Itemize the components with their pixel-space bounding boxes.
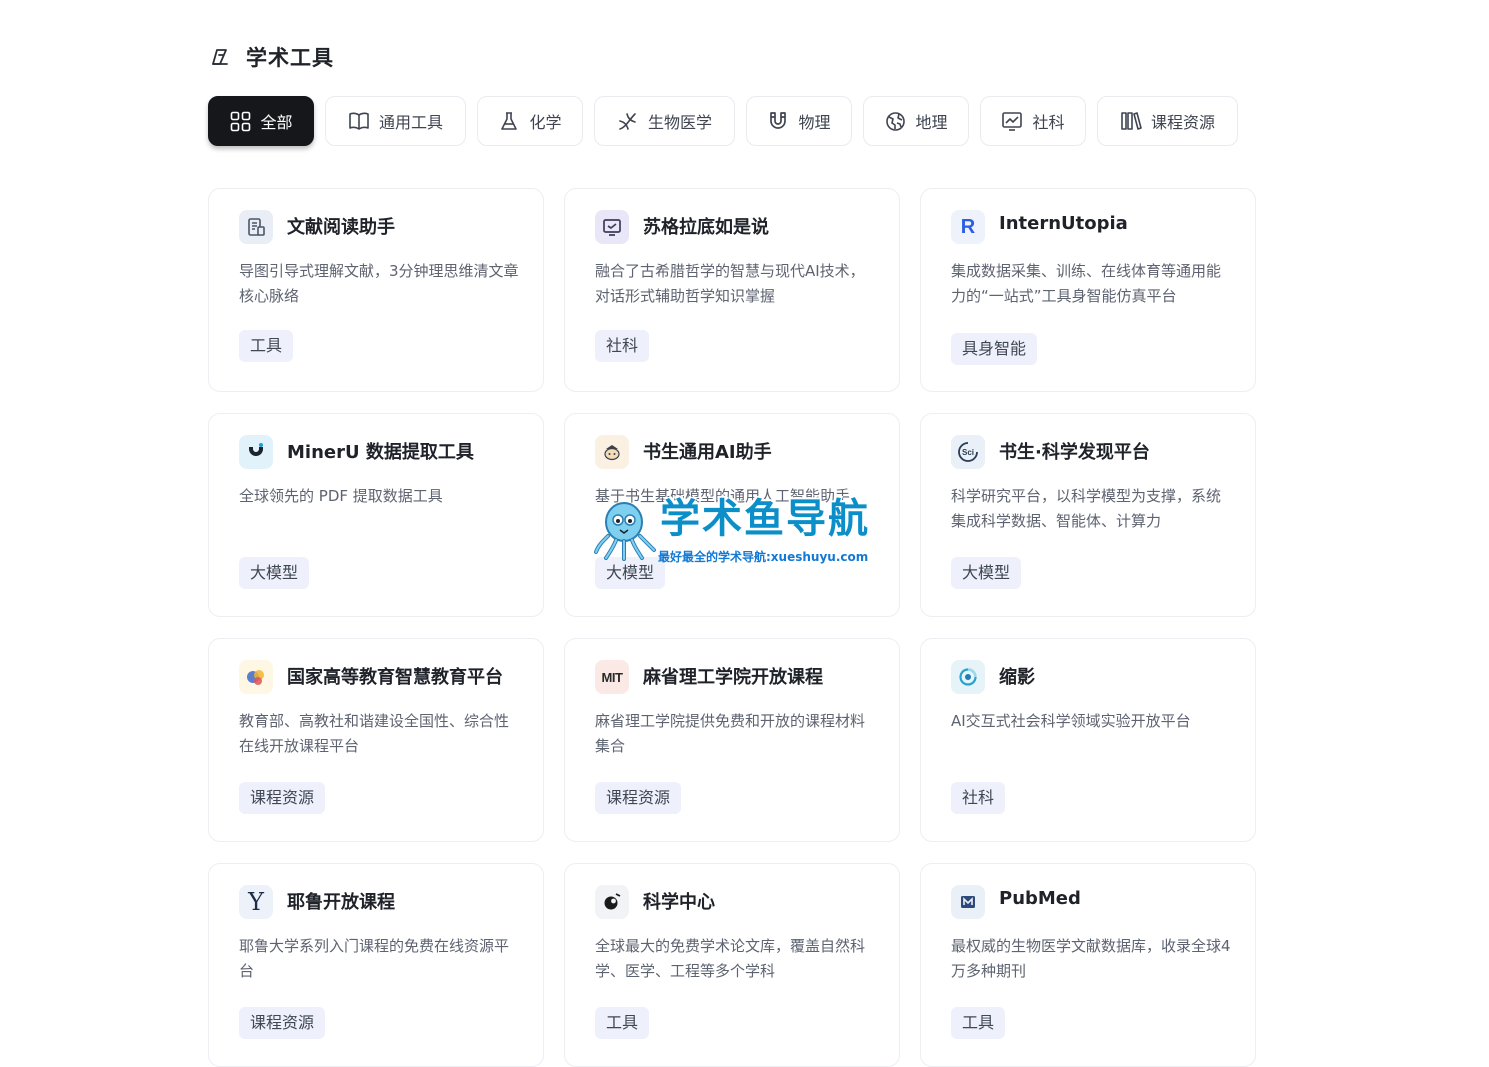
tool-tag: 社科 — [951, 782, 1006, 814]
pubmed-logo — [951, 885, 985, 919]
tab-all[interactable]: 全部 — [208, 96, 314, 146]
tool-tag: 课程资源 — [239, 782, 326, 814]
tool-description: 集成数据采集、训练、在线体育等通用能力的“一站式”工具身智能仿真平台 — [951, 262, 1222, 305]
tab-label: 课程资源 — [1150, 113, 1215, 132]
tool-description: 全球领先的 PDF 提取数据工具 — [239, 487, 443, 505]
tool-tag: 社科 — [595, 330, 650, 362]
tool-name: 书生通用AI助手 — [643, 442, 772, 463]
tool-name: PubMed — [999, 888, 1081, 909]
tool-card[interactable]: MinerU 数据提取工具 全球领先的 PDF 提取数据工具 大模型 — [208, 413, 544, 617]
tool-description: 教育部、高教社和谐建设全国性、综合性在线开放课程平台 — [239, 712, 510, 755]
tool-tag: 工具 — [595, 1007, 650, 1039]
suoying-logo — [951, 660, 985, 694]
book-icon — [348, 110, 370, 132]
tool-card[interactable]: MIT 麻省理工学院开放课程 麻省理工学院提供免费和开放的课程材料集合 课程资源 — [564, 638, 900, 842]
library-icon — [1120, 110, 1142, 132]
tool-description: 耶鲁大学系列入门课程的免费在线资源平台 — [239, 937, 510, 980]
tab-label: 生物医学 — [647, 113, 712, 132]
flask-icon — [498, 110, 520, 132]
chart-frame-icon — [1001, 110, 1023, 132]
tab-label: 物理 — [798, 113, 831, 132]
tool-description: AI交互式社会科学领域实验开放平台 — [951, 712, 1191, 730]
category-tabs: 全部 通用工具 化学 生物医学 物理 地理 社科 课程资源 — [208, 96, 1249, 146]
tool-name: 苏格拉底如是说 — [643, 217, 769, 238]
section-header: 学术工具 — [208, 40, 334, 74]
tool-description: 麻省理工学院提供免费和开放的课程材料集合 — [595, 712, 866, 755]
tool-name: 文献阅读助手 — [287, 217, 395, 238]
tab-course-resources[interactable]: 课程资源 — [1097, 96, 1238, 146]
tab-general-tools[interactable]: 通用工具 — [325, 96, 466, 146]
tab-label: 全部 — [260, 113, 293, 132]
tool-card[interactable]: Y 耶鲁开放课程 耶鲁大学系列入门课程的免费在线资源平台 课程资源 — [208, 863, 544, 1067]
tab-biomedicine[interactable]: 生物医学 — [594, 96, 735, 146]
tool-name: 书生·科学发现平台 — [999, 442, 1150, 463]
tool-tag: 大模型 — [595, 557, 666, 589]
tool-description: 导图引导式理解文献，3分钟理思维清文章核心脉络 — [239, 262, 519, 305]
tab-chemistry[interactable]: 化学 — [477, 96, 583, 146]
tool-name: 麻省理工学院开放课程 — [643, 667, 823, 688]
tab-label: 化学 — [529, 113, 562, 132]
tab-label: 通用工具 — [378, 113, 443, 132]
internutopia-logo: R — [951, 210, 985, 244]
tool-card[interactable]: 书生通用AI助手 基于书生基础模型的通用人工智能助手 大模型 — [564, 413, 900, 617]
tool-name: 国家高等教育智慧教育平台 — [287, 667, 503, 688]
tool-card[interactable]: 苏格拉底如是说 融合了古希腊哲学的智慧与现代AI技术，对话形式辅助哲学知识掌握 … — [564, 188, 900, 392]
tool-card[interactable]: 国家高等教育智慧教育平台 教育部、高教社和谐建设全国性、综合性在线开放课程平台 … — [208, 638, 544, 842]
mineru-logo — [239, 435, 273, 469]
tool-description: 最权威的生物医学文献数据库，收录全球4万多种期刊 — [951, 937, 1231, 980]
tool-name: MinerU 数据提取工具 — [287, 442, 474, 463]
logo-text: MIT — [601, 669, 623, 685]
tool-card[interactable]: PubMed 最权威的生物医学文献数据库，收录全球4万多种期刊 工具 — [920, 863, 1256, 1067]
intern-assistant-logo — [595, 435, 629, 469]
tab-label: 社科 — [1032, 113, 1065, 132]
tab-geography[interactable]: 地理 — [863, 96, 969, 146]
sci-logo: Sci — [951, 435, 985, 469]
tool-card[interactable]: 文献阅读助手 导图引导式理解文献，3分钟理思维清文章核心脉络 工具 — [208, 188, 544, 392]
yale-logo: Y — [239, 885, 273, 919]
logo-text: Sci — [962, 448, 974, 457]
dna-icon — [617, 110, 639, 132]
pen-icon — [208, 44, 234, 70]
document-reader-logo — [239, 210, 273, 244]
tool-card[interactable]: Sci 书生·科学发现平台 科学研究平台，以科学模型为支撑，系统集成科学数据、智… — [920, 413, 1256, 617]
tab-label: 地理 — [915, 113, 948, 132]
tool-description: 基于书生基础模型的通用人工智能助手 — [595, 487, 851, 505]
tab-social-science[interactable]: 社科 — [980, 96, 1086, 146]
tool-card[interactable]: 缩影 AI交互式社会科学领域实验开放平台 社科 — [920, 638, 1256, 842]
magnet-icon — [767, 110, 789, 132]
tool-tag: 大模型 — [239, 557, 310, 589]
tool-name: 耶鲁开放课程 — [287, 892, 395, 913]
tool-description: 全球最大的免费学术论文库，覆盖自然科学、医学、工程等多个学科 — [595, 937, 866, 980]
tool-name: 科学中心 — [643, 892, 715, 913]
mit-logo: MIT — [595, 660, 629, 694]
logo-letter: R — [960, 215, 976, 238]
tool-card[interactable]: 科学中心 全球最大的免费学术论文库，覆盖自然科学、医学、工程等多个学科 工具 — [564, 863, 900, 1067]
tool-tag: 课程资源 — [595, 782, 682, 814]
tool-tag: 工具 — [951, 1007, 1006, 1039]
tool-tag: 大模型 — [951, 557, 1022, 589]
logo-letter: Y — [248, 888, 264, 916]
tool-tag: 工具 — [239, 330, 294, 362]
tool-tag: 具身智能 — [951, 333, 1038, 365]
tool-tag: 课程资源 — [239, 1007, 326, 1039]
tab-physics[interactable]: 物理 — [746, 96, 852, 146]
sci-hub-logo — [595, 885, 629, 919]
grid-icon — [229, 110, 251, 132]
tool-name: InternUtopia — [999, 213, 1128, 234]
tool-card[interactable]: R InternUtopia 集成数据采集、训练、在线体育等通用能力的“一站式”… — [920, 188, 1256, 392]
tool-name: 缩影 — [999, 667, 1035, 688]
section-title: 学术工具 — [246, 46, 334, 70]
globe-icon — [884, 110, 906, 132]
chat-frame-logo — [595, 210, 629, 244]
tool-description: 融合了古希腊哲学的智慧与现代AI技术，对话形式辅助哲学知识掌握 — [595, 262, 865, 305]
tool-description: 科学研究平台，以科学模型为支撑，系统集成科学数据、智能体、计算力 — [951, 487, 1222, 530]
smart-education-logo — [239, 660, 273, 694]
